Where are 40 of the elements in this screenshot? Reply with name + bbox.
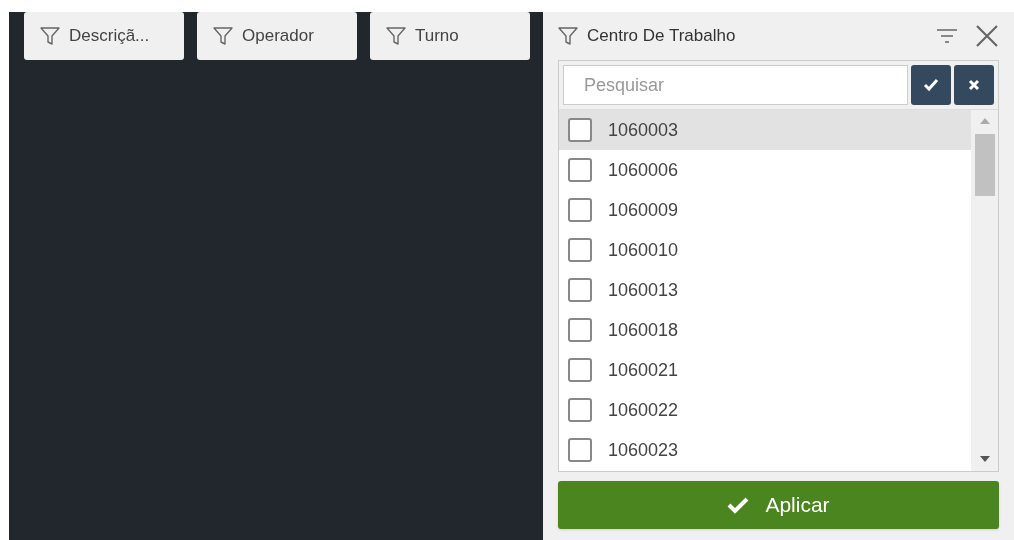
item-label: 1060010 bbox=[608, 238, 679, 262]
checkbox[interactable] bbox=[568, 318, 592, 342]
checkbox[interactable] bbox=[568, 358, 592, 382]
x-icon bbox=[968, 79, 980, 91]
search-field[interactable]: Pesquisar bbox=[563, 65, 908, 105]
checkbox[interactable] bbox=[568, 398, 592, 422]
sort-icon[interactable] bbox=[935, 27, 959, 45]
panel-title: Centro De Trabalho bbox=[587, 25, 737, 48]
filter-chip[interactable]: Descriçã... bbox=[24, 12, 184, 60]
item-label: 1060013 bbox=[608, 278, 679, 302]
filter-icon bbox=[385, 26, 407, 46]
check-icon bbox=[727, 496, 750, 514]
filter-icon bbox=[212, 26, 234, 46]
list-item[interactable]: 1060003 bbox=[559, 110, 971, 150]
filter-icon bbox=[557, 26, 579, 46]
item-label: 1060022 bbox=[608, 398, 679, 422]
item-label: 1060003 bbox=[608, 118, 679, 142]
scroll-up-icon[interactable] bbox=[979, 118, 990, 124]
apply-button[interactable]: Aplicar bbox=[558, 481, 999, 529]
scrollbar[interactable] bbox=[971, 110, 998, 471]
checkbox[interactable] bbox=[568, 238, 592, 262]
scroll-down-icon[interactable] bbox=[979, 456, 990, 462]
checkbox[interactable] bbox=[568, 438, 592, 462]
clear-button[interactable] bbox=[954, 65, 994, 105]
checkbox[interactable] bbox=[568, 198, 592, 222]
filter-chip[interactable]: Turno bbox=[370, 12, 530, 60]
filter-chip[interactable]: Operador bbox=[197, 12, 357, 60]
checkbox[interactable] bbox=[568, 278, 592, 302]
item-label: 1060018 bbox=[608, 318, 679, 342]
item-label: 1060023 bbox=[608, 438, 679, 462]
confirm-button[interactable] bbox=[911, 65, 951, 105]
scroll-thumb[interactable] bbox=[974, 134, 995, 196]
filter-icon bbox=[39, 26, 61, 46]
check-icon bbox=[923, 78, 939, 92]
checkbox[interactable] bbox=[568, 118, 592, 142]
item-label: 1060006 bbox=[608, 158, 679, 182]
item-label: 1060021 bbox=[608, 358, 679, 382]
checkbox[interactable] bbox=[568, 158, 592, 182]
close-icon[interactable] bbox=[975, 24, 999, 48]
item-label: 1060009 bbox=[608, 198, 679, 222]
